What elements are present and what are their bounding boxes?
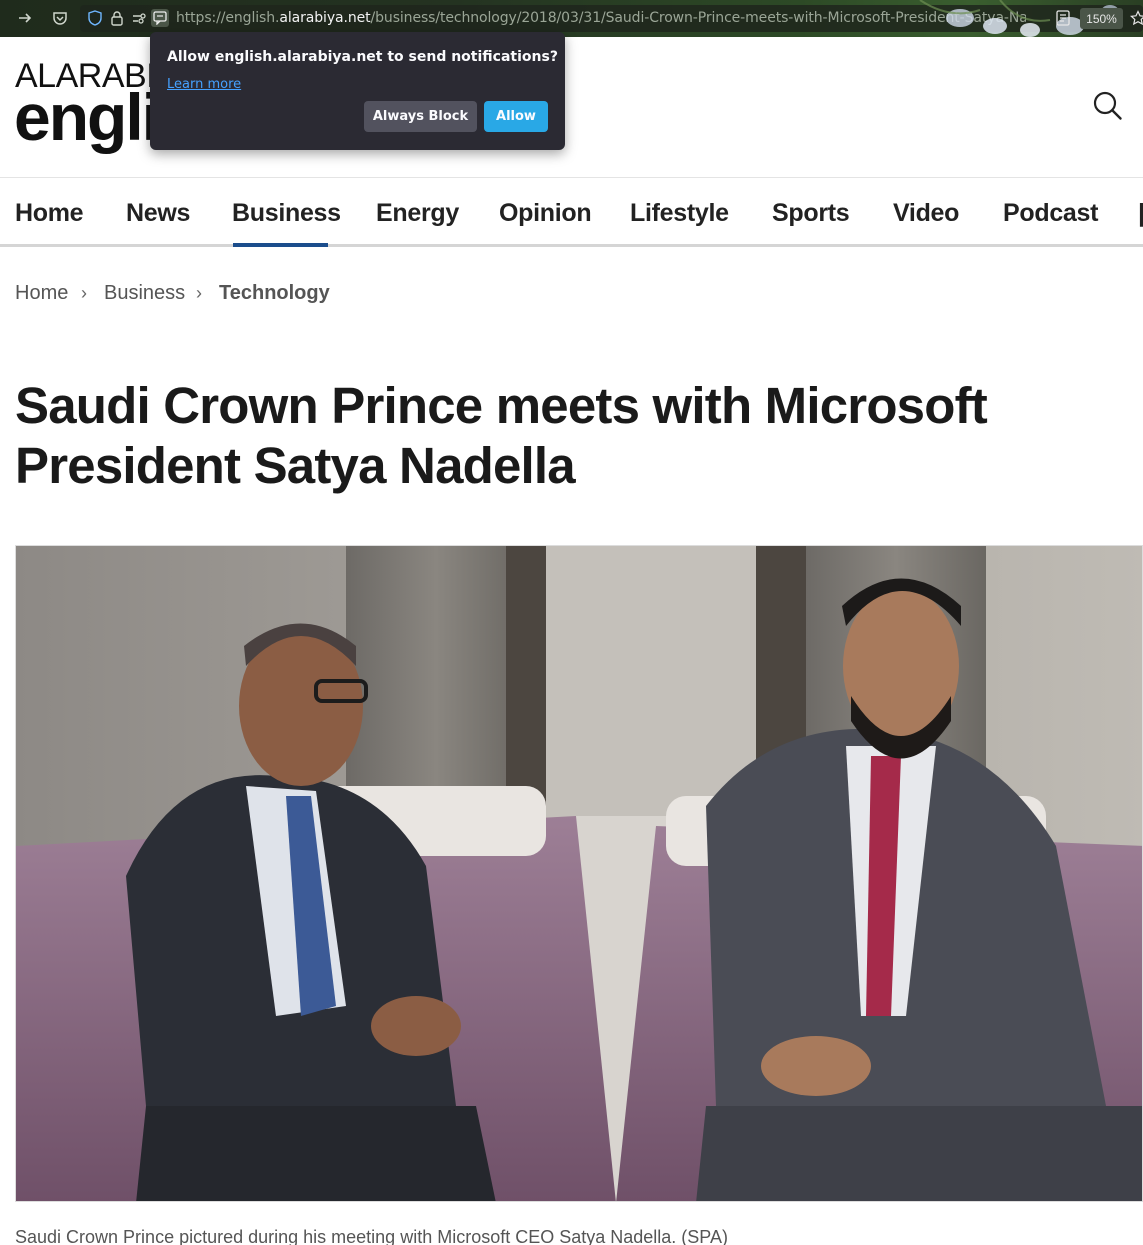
nav-item-energy[interactable]: Energy: [376, 199, 459, 228]
url-text[interactable]: https://english.alarabiya.net/business/t…: [176, 10, 1026, 26]
photo-caption: Saudi Crown Prince pictured during his m…: [15, 1227, 728, 1245]
main-nav: Home News Business Energy Opinion Lifest…: [0, 179, 1143, 247]
forward-arrow-icon[interactable]: [16, 9, 34, 27]
always-block-button[interactable]: Always Block: [364, 101, 477, 132]
nav-item-overflow[interactable]: |: [1138, 199, 1143, 228]
breadcrumb-technology[interactable]: Technology: [219, 282, 330, 305]
url-prefix: https://english.: [176, 10, 280, 26]
nav-item-sports[interactable]: Sports: [772, 199, 850, 228]
notification-message: Allow english.alarabiya.net to send noti…: [167, 49, 558, 65]
tracking-shield-icon[interactable]: [86, 9, 104, 27]
nav-item-video[interactable]: Video: [893, 199, 959, 228]
notification-permission-icon[interactable]: [151, 9, 169, 27]
pocket-icon[interactable]: [51, 9, 69, 27]
zoom-level-badge[interactable]: 150%: [1080, 8, 1123, 29]
nav-item-home[interactable]: Home: [15, 199, 84, 228]
allow-button[interactable]: Allow: [484, 101, 548, 132]
breadcrumb-chevron-icon: ›: [196, 283, 202, 303]
article-title: Saudi Crown Prince meets with Microsoft …: [15, 377, 988, 494]
notification-permission-popup: Allow english.alarabiya.net to send noti…: [150, 32, 565, 150]
permissions-icon[interactable]: [130, 9, 148, 27]
url-host: alarabiya.net: [279, 10, 371, 26]
reader-view-icon[interactable]: [1054, 9, 1072, 27]
breadcrumb-business[interactable]: Business: [104, 282, 185, 305]
nav-active-indicator: [233, 243, 328, 247]
url-path: /business/technology/2018/03/31/Saudi-Cr…: [370, 10, 1026, 26]
nav-item-business[interactable]: Business: [232, 199, 341, 228]
bookmark-star-icon[interactable]: [1129, 9, 1143, 27]
breadcrumb-chevron-icon: ›: [81, 283, 87, 303]
breadcrumb-home[interactable]: Home: [15, 282, 68, 305]
learn-more-link[interactable]: Learn more: [167, 77, 241, 92]
nav-item-opinion[interactable]: Opinion: [499, 199, 592, 228]
lock-icon[interactable]: [108, 9, 126, 27]
nav-item-lifestyle[interactable]: Lifestyle: [630, 199, 729, 228]
nav-item-news[interactable]: News: [126, 199, 190, 228]
article-photo: [15, 545, 1143, 1202]
search-icon[interactable]: [1093, 91, 1123, 121]
nav-item-podcast[interactable]: Podcast: [1003, 199, 1098, 228]
